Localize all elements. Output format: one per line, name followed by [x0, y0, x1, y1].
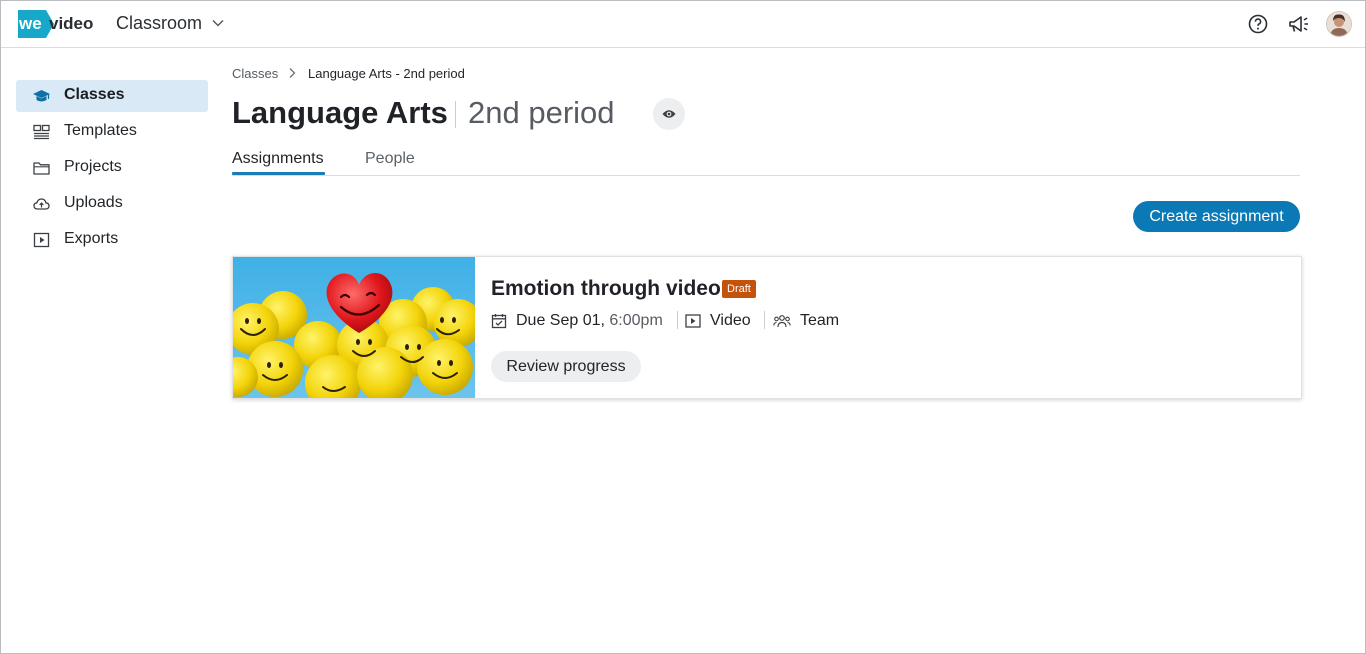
- assignment-group: Team: [773, 311, 839, 331]
- tabs-divider: [232, 175, 1300, 176]
- play-square-icon: [33, 232, 50, 248]
- sidebar-item-label: Exports: [64, 230, 119, 247]
- visibility-button[interactable]: [653, 98, 685, 130]
- eye-icon: [662, 110, 676, 118]
- help-icon[interactable]: [1248, 14, 1268, 34]
- sidebar-item-label: Projects: [64, 158, 122, 175]
- templates-icon: [33, 124, 50, 140]
- chevron-right-icon: [289, 68, 296, 78]
- assignment-thumbnail: [233, 257, 475, 398]
- breadcrumb-classes-link[interactable]: Classes: [232, 66, 278, 81]
- sidebar-item-label: Classes: [64, 86, 125, 103]
- assignment-card[interactable]: Emotion through video Draft Due Sep 01, …: [232, 256, 1302, 399]
- due-date-label: Due Sep 01,: [516, 312, 605, 329]
- folder-icon: [33, 162, 50, 175]
- active-tab-indicator: [232, 172, 325, 175]
- page-subtitle: 2nd period: [468, 95, 615, 130]
- tab-assignments[interactable]: Assignments: [232, 150, 324, 168]
- logo-text-we: we: [18, 14, 42, 33]
- wevideo-logo[interactable]: we video: [16, 7, 102, 41]
- assignment-group-label: Team: [800, 312, 840, 329]
- status-badge: Draft: [722, 280, 756, 298]
- team-icon: [773, 315, 791, 328]
- assignment-title[interactable]: Emotion through video: [491, 277, 721, 301]
- calendar-check-icon: [491, 314, 507, 329]
- sidebar-item-uploads[interactable]: Uploads: [16, 188, 208, 220]
- assignment-type: Video: [685, 311, 751, 331]
- meta-divider: [677, 311, 678, 329]
- breadcrumb-current: Language Arts - 2nd period: [308, 66, 465, 81]
- sidebar-item-exports[interactable]: Exports: [16, 224, 208, 256]
- sidebar-item-label: Templates: [64, 122, 137, 139]
- cloud-upload-icon: [33, 198, 50, 210]
- title-divider: [455, 101, 456, 128]
- megaphone-icon[interactable]: [1288, 14, 1310, 34]
- review-progress-button[interactable]: Review progress: [491, 351, 641, 382]
- video-icon: [685, 314, 701, 328]
- sidebar-item-label: Uploads: [64, 194, 123, 211]
- avatar[interactable]: [1327, 12, 1351, 36]
- create-assignment-button[interactable]: Create assignment: [1133, 201, 1300, 232]
- app-switcher-label[interactable]: Classroom: [116, 13, 202, 34]
- sidebar-item-projects[interactable]: Projects: [16, 152, 208, 184]
- sidebar-item-templates[interactable]: Templates: [16, 116, 208, 148]
- due-time: 6:00pm: [609, 312, 663, 329]
- assignment-type-label: Video: [710, 312, 751, 329]
- logo-text-video: video: [49, 14, 93, 33]
- sidebar-item-classes[interactable]: Classes: [16, 80, 208, 112]
- due-date: Due Sep 01, 6:00pm: [491, 311, 663, 331]
- chevron-down-icon[interactable]: [211, 16, 225, 30]
- graduation-cap-icon: [33, 90, 50, 102]
- meta-divider: [764, 311, 765, 329]
- tab-people[interactable]: People: [365, 150, 415, 168]
- page-title: Language Arts: [232, 95, 448, 130]
- top-bar: we video Classroom: [1, 1, 1365, 48]
